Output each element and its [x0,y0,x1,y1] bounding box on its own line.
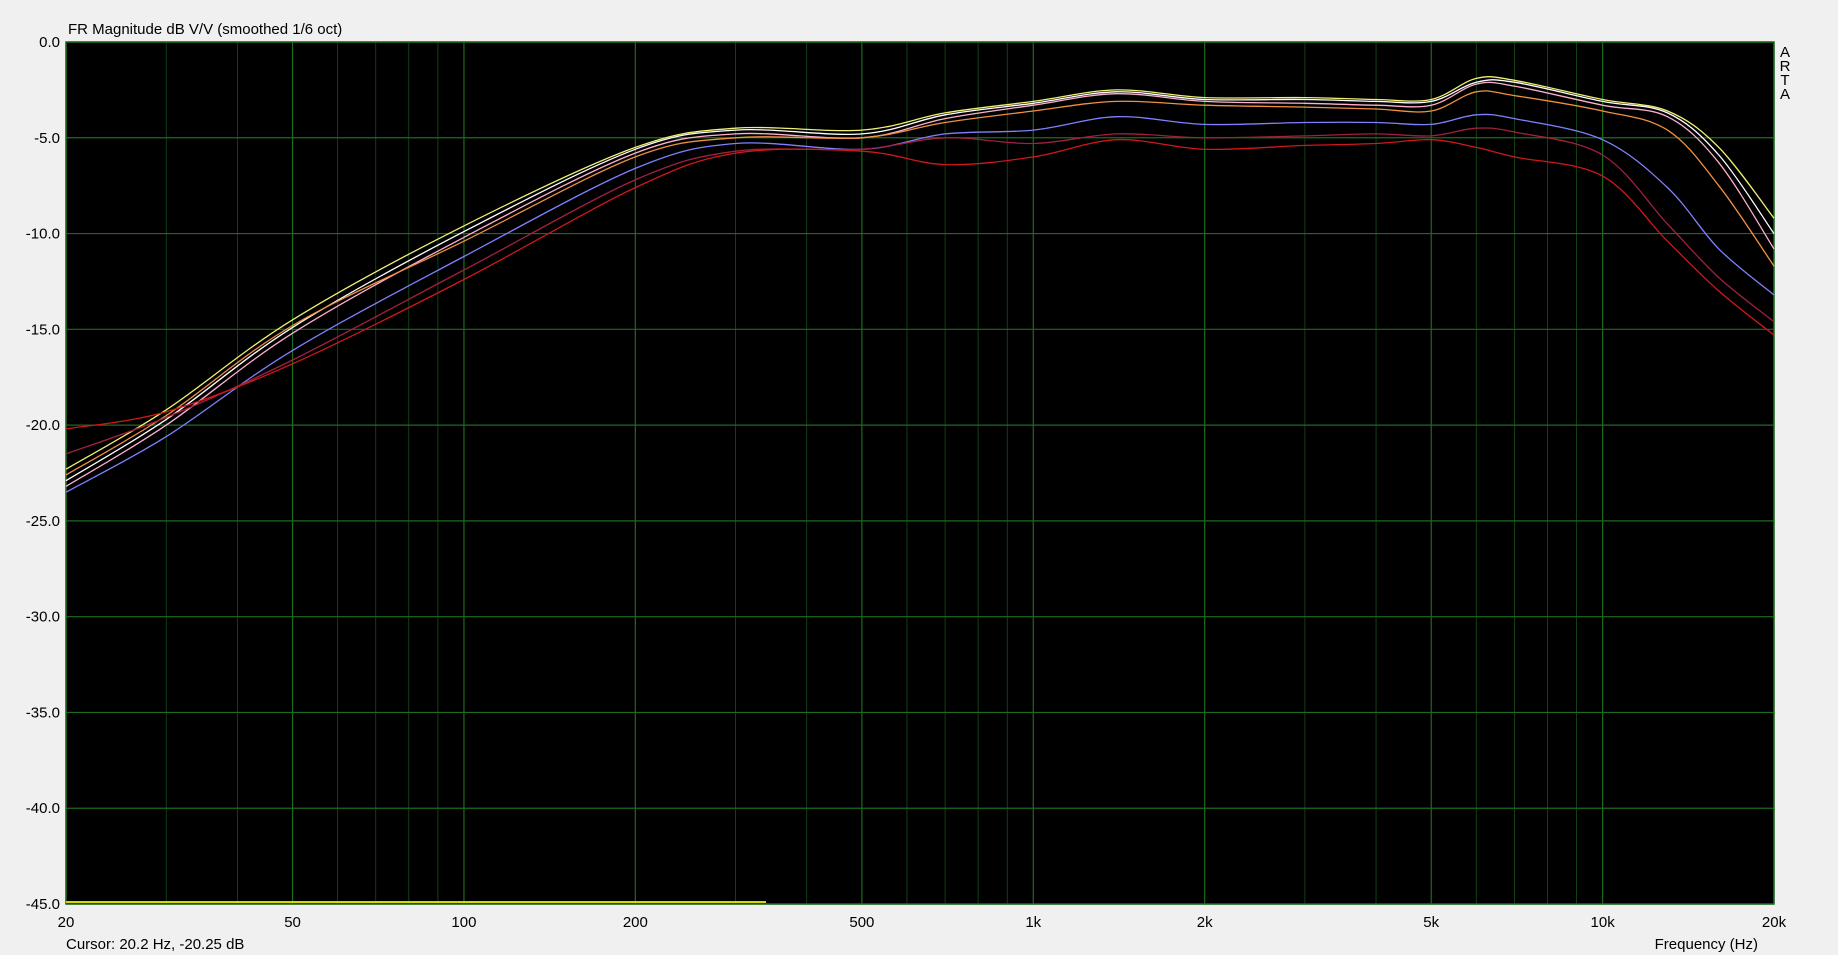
x-tick-label: 20 [58,914,75,931]
arta-frequency-response-window: 0.0 -5.0 -10.0 -15.0 -20.0 -25.0 -30.0 -35.0 -40… [0,0,1838,955]
y-tick-label: -5.0 [34,130,60,147]
arta-watermark: A R T A [1780,44,1791,103]
x-tick-label: 100 [451,914,476,931]
x-tick-label: 1k [1025,914,1041,931]
x-tick-label: 500 [849,914,874,931]
y-tick-label: -40.0 [26,800,60,817]
x-tick-labels: 20 50 100 200 500 1k 2k 5k 10k 20k [58,914,1787,931]
x-tick-label: 2k [1197,914,1213,931]
y-tick-labels: 0.0 -5.0 -10.0 -15.0 -20.0 -25.0 -30.0 -35.0 -40… [26,34,60,913]
y-tick-label: -30.0 [26,609,60,626]
watermark-letter: A [1780,86,1790,103]
x-tick-label: 20k [1762,914,1787,931]
x-tick-label: 50 [284,914,301,931]
cursor-readout: Cursor: 20.2 Hz, -20.25 dB [66,936,244,953]
y-tick-label: -25.0 [26,513,60,530]
frequency-response-chart[interactable]: 0.0 -5.0 -10.0 -15.0 -20.0 -25.0 -30.0 -35.0 -40… [0,0,1838,955]
x-tick-label: 5k [1423,914,1439,931]
y-tick-label: -15.0 [26,321,60,338]
y-tick-label: -10.0 [26,226,60,243]
x-axis-label: Frequency (Hz) [1655,936,1758,953]
y-tick-label: -20.0 [26,417,60,434]
x-tick-label: 10k [1591,914,1616,931]
y-tick-label: -45.0 [26,896,60,913]
chart-title: FR Magnitude dB V/V (smoothed 1/6 oct) [68,21,342,38]
y-tick-label: 0.0 [39,34,60,51]
x-tick-label: 200 [623,914,648,931]
y-tick-label: -35.0 [26,704,60,721]
plot-area-background[interactable] [66,42,1774,904]
